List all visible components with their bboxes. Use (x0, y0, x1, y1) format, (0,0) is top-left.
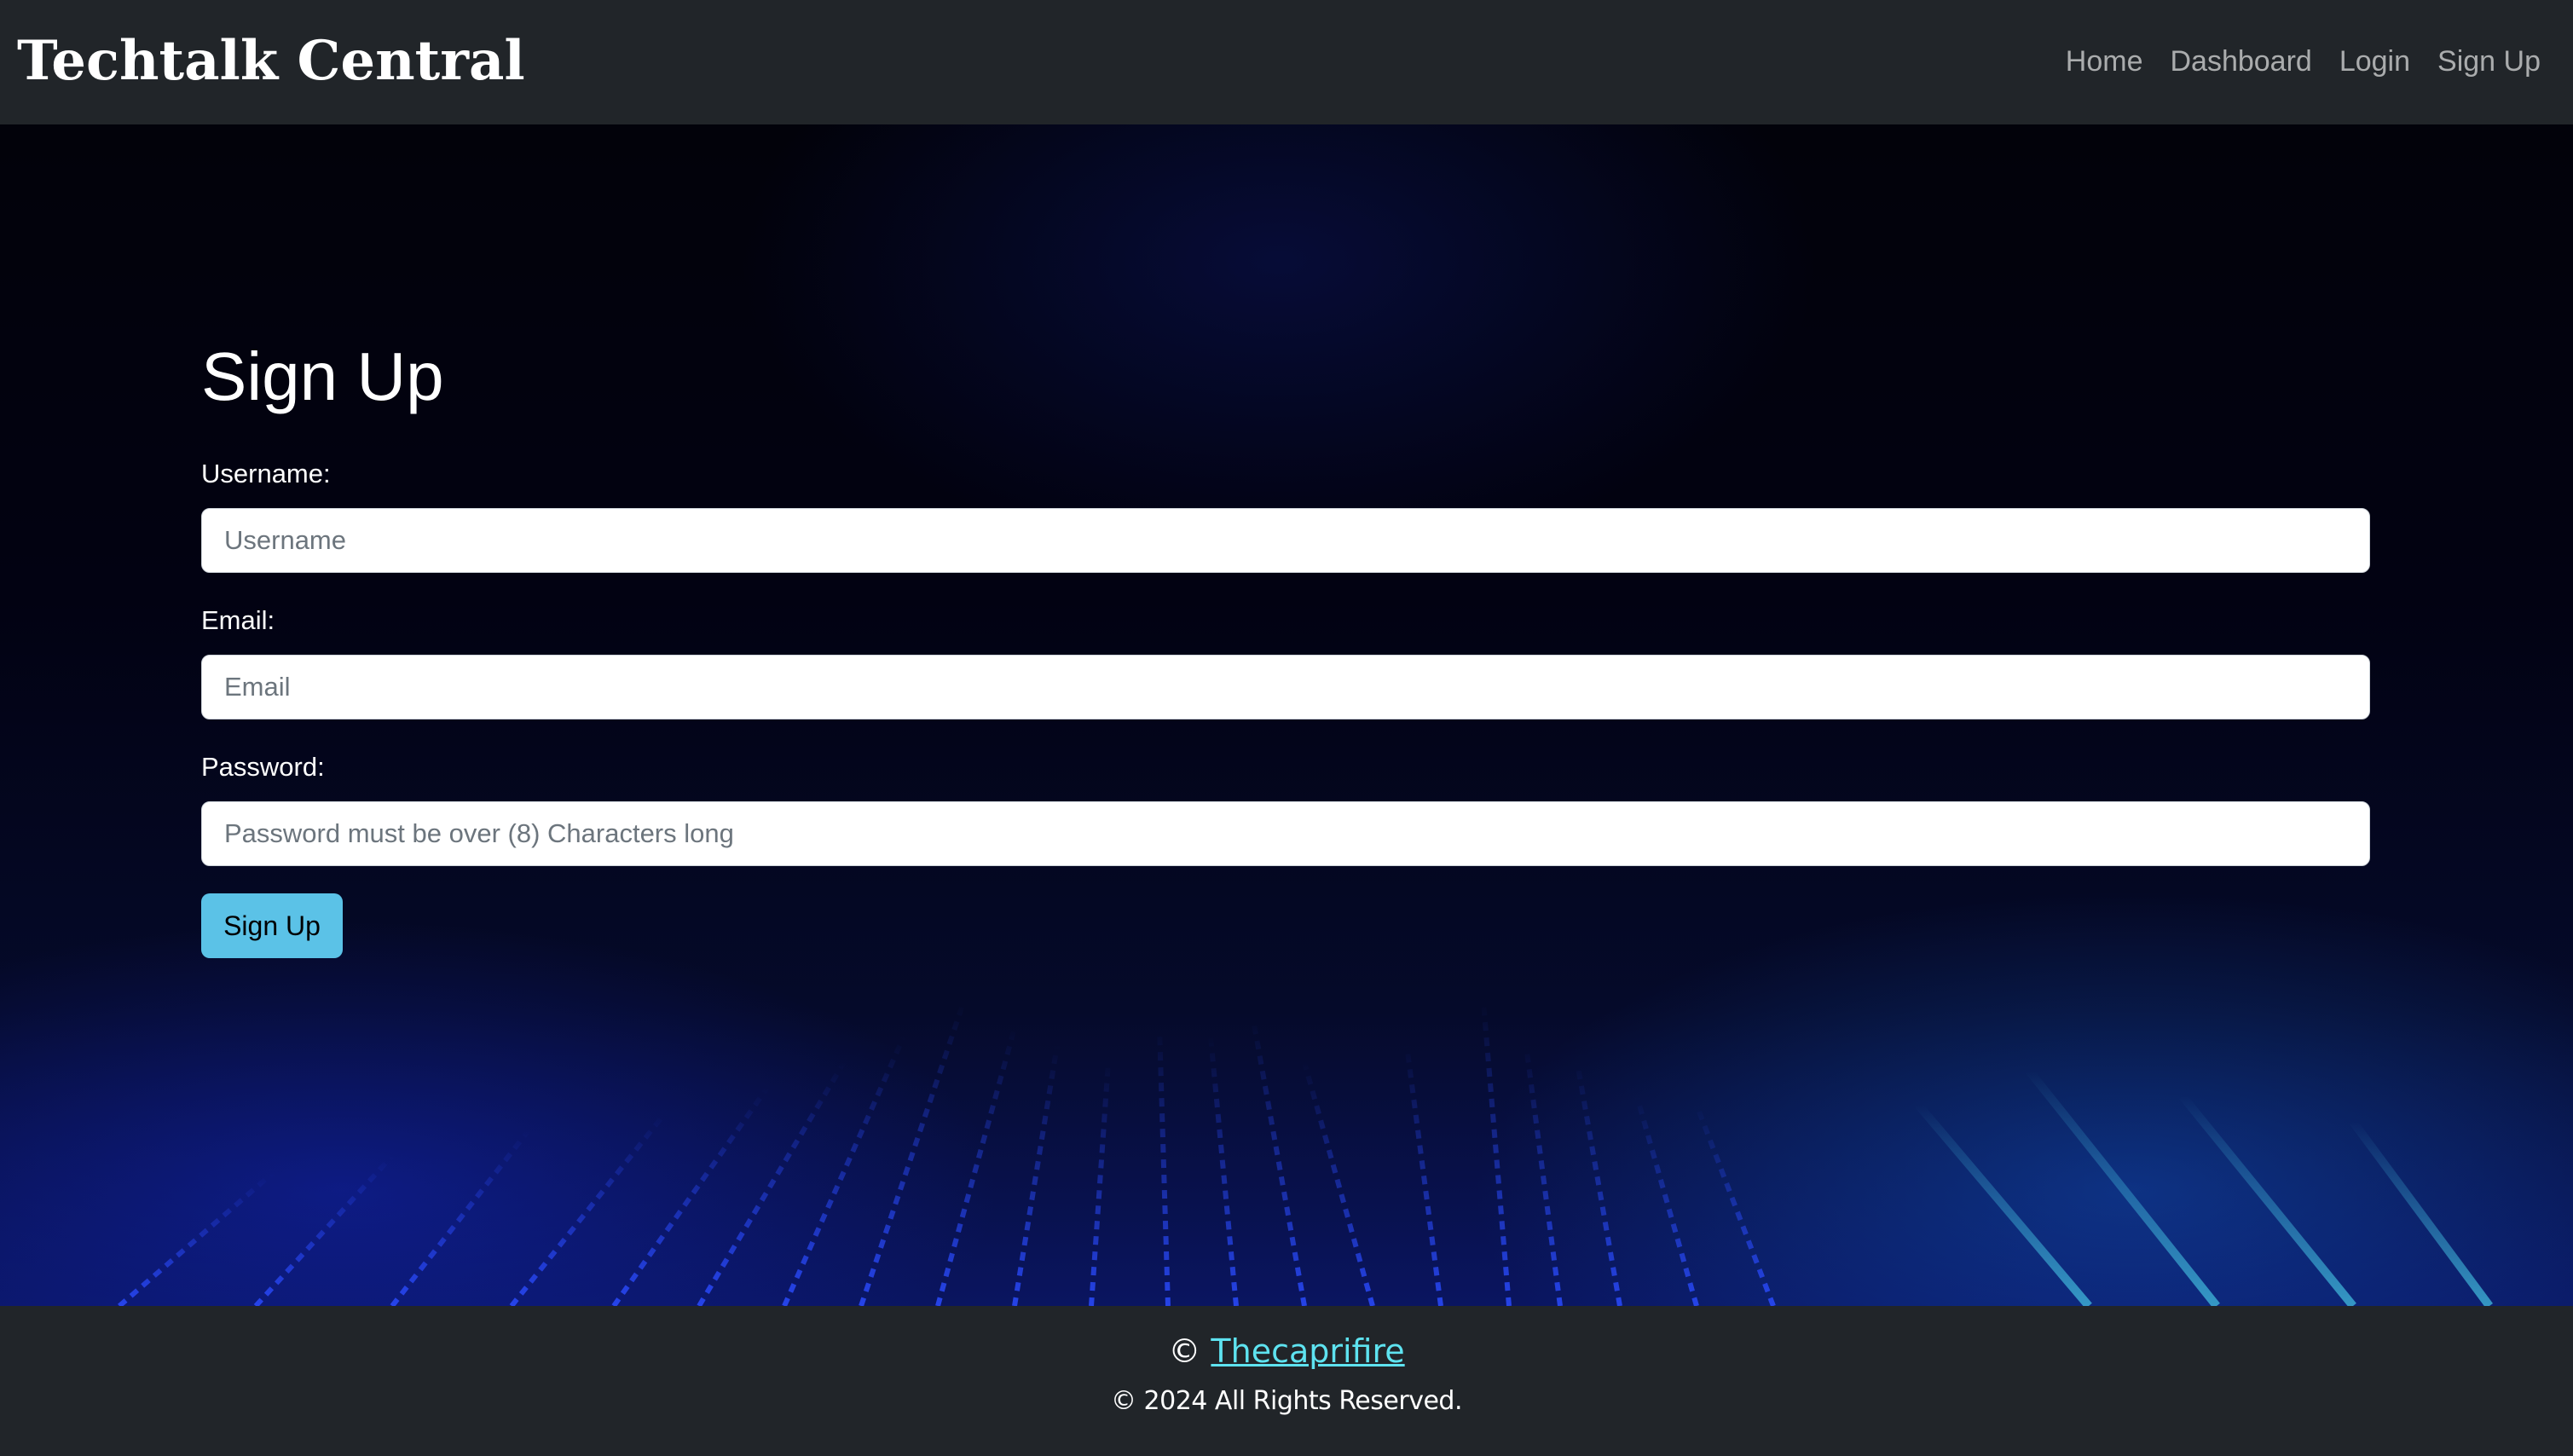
password-input[interactable] (201, 801, 2370, 866)
email-label: Email: (201, 605, 275, 635)
nav-link-signup[interactable]: Sign Up (2437, 38, 2541, 85)
email-input[interactable] (201, 655, 2370, 719)
nav-links: Home Dashboard Login Sign Up (2066, 38, 2541, 85)
author-link[interactable]: Thecaprifire (1211, 1332, 1404, 1370)
footer: © Thecaprifire © 2024 All Rights Reserve… (0, 1306, 2573, 1456)
footer-rights-text: © 2024 All Rights Reserved. (1111, 1386, 1462, 1416)
copyright-symbol: © (1168, 1332, 1201, 1370)
signup-submit-button[interactable]: Sign Up (201, 893, 343, 958)
password-label: Password: (201, 752, 325, 782)
main-content: Sign Up Username: Email: Password: Sign … (0, 124, 2573, 1306)
signup-form: Sign Up Username: Email: Password: Sign … (201, 336, 2370, 958)
nav-link-login[interactable]: Login (2339, 38, 2410, 85)
username-label: Username: (201, 459, 331, 488)
navbar: Techtalk Central Home Dashboard Login Si… (0, 0, 2573, 124)
nav-link-dashboard[interactable]: Dashboard (2170, 38, 2311, 85)
footer-credit: © Thecaprifire (0, 1330, 2573, 1372)
username-input[interactable] (201, 508, 2370, 573)
brand-logo-text[interactable]: Techtalk Central (17, 24, 525, 99)
page-title: Sign Up (201, 338, 444, 414)
nav-link-home[interactable]: Home (2066, 38, 2143, 85)
